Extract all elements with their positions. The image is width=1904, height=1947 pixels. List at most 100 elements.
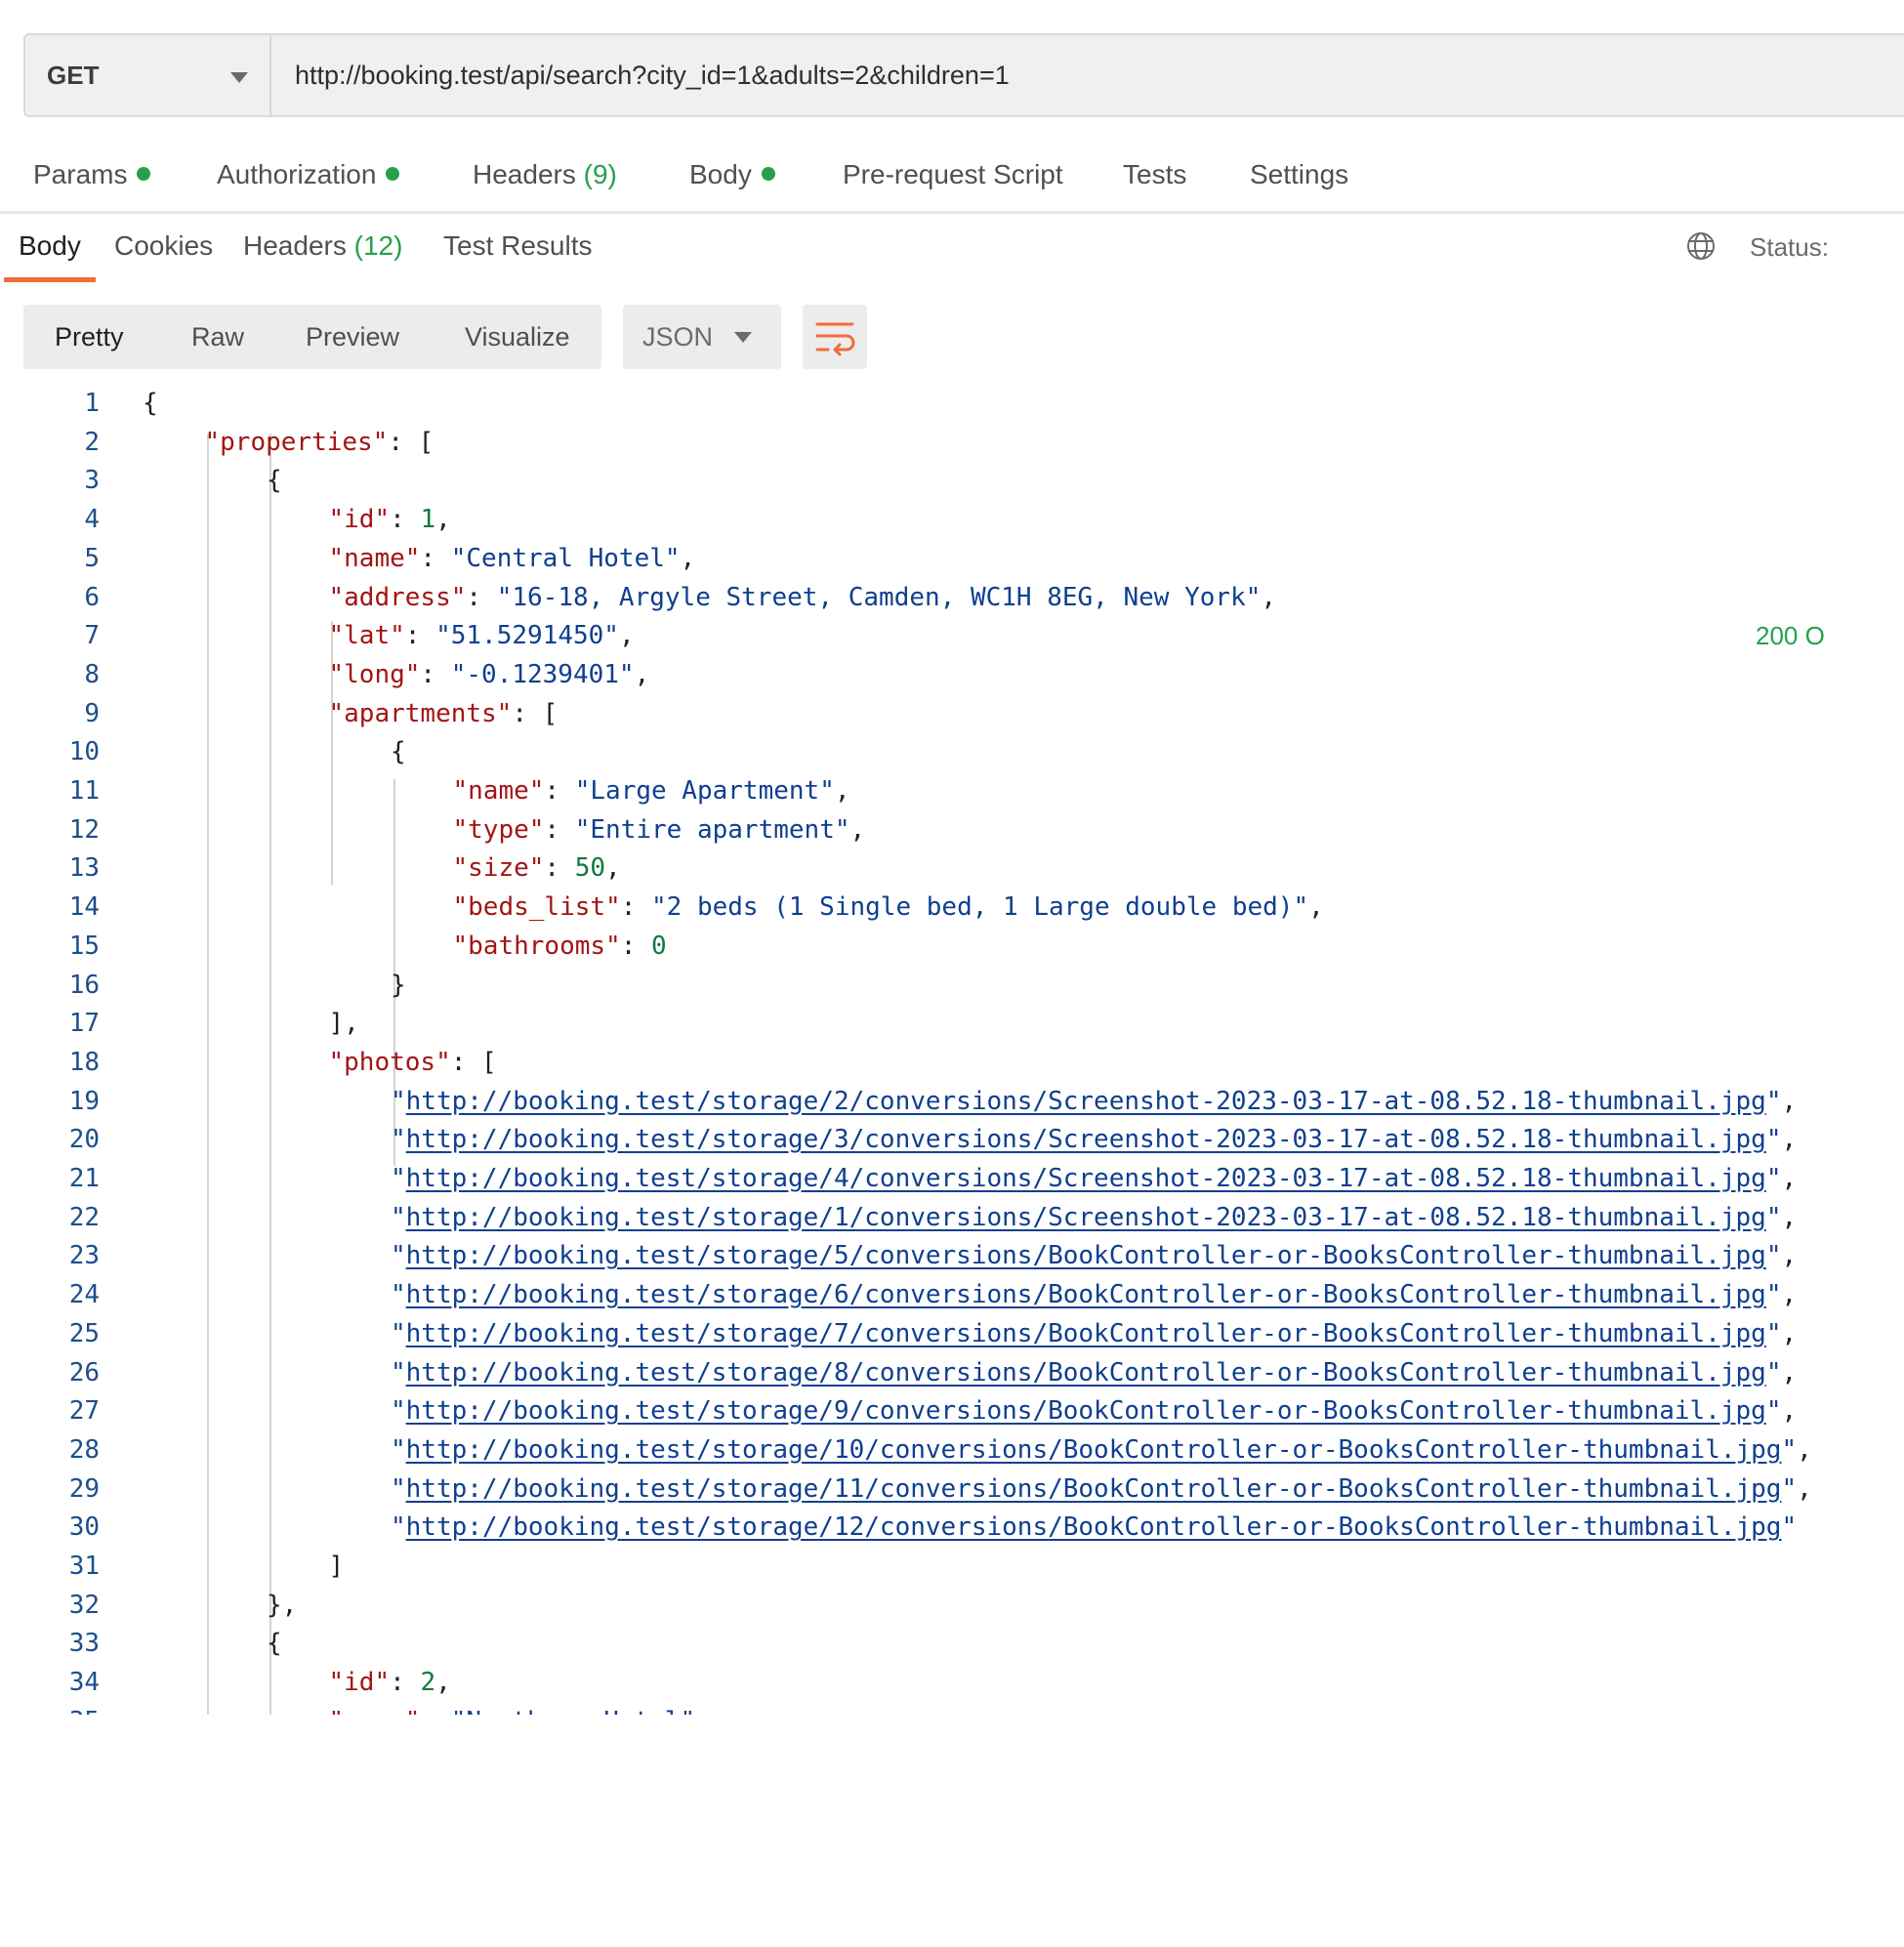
line-number: 12: [68, 814, 100, 845]
code-line: "http://booking.test/storage/12/conversi…: [391, 1512, 1798, 1543]
tab-body[interactable]: Body: [689, 159, 775, 190]
chevron-down-icon: [230, 72, 248, 83]
tab-params[interactable]: Params: [33, 159, 151, 190]
photo-link[interactable]: http://booking.test/storage/9/conversion…: [406, 1396, 1766, 1426]
line-number: 30: [68, 1512, 100, 1543]
line-number: 19: [68, 1086, 100, 1116]
line-number: 34: [68, 1668, 100, 1698]
indent-guide: [207, 434, 209, 1715]
line-number: 1: [84, 389, 100, 418]
photo-link[interactable]: http://booking.test/storage/1/conversion…: [406, 1203, 1766, 1232]
wrap-lines-button[interactable]: [803, 305, 867, 369]
line-number: 33: [68, 1629, 100, 1659]
photo-link[interactable]: http://booking.test/storage/10/conversio…: [406, 1435, 1782, 1465]
tab-settings[interactable]: Settings: [1250, 159, 1348, 190]
code-line: "properties": [: [204, 427, 435, 457]
view-pretty-button[interactable]: Pretty: [55, 305, 124, 369]
code-line: ],: [328, 1009, 359, 1039]
status-dot: [137, 167, 151, 181]
method-select[interactable]: GET: [25, 35, 271, 115]
code-line: "name": "Large Apartment",: [452, 776, 850, 806]
format-label: JSON: [642, 322, 714, 352]
view-visualize-button[interactable]: Visualize: [465, 305, 570, 369]
line-number: 21: [68, 1164, 100, 1193]
code-line: {: [267, 466, 282, 496]
tab-authorization[interactable]: Authorization: [217, 159, 400, 190]
view-preview-button[interactable]: Preview: [306, 305, 399, 369]
tab-tests[interactable]: Tests: [1123, 159, 1186, 190]
line-number: 8: [84, 659, 100, 689]
line-number: 2: [84, 427, 100, 457]
code-line: },: [267, 1590, 298, 1620]
code-line: "http://booking.test/storage/10/conversi…: [391, 1434, 1812, 1465]
photo-link[interactable]: http://booking.test/storage/8/conversion…: [406, 1358, 1766, 1388]
status-label: Status:: [1750, 232, 1829, 262]
view-raw-button[interactable]: Raw: [191, 305, 244, 369]
line-number: 5: [84, 543, 100, 573]
divider: [0, 211, 1904, 214]
code-line: "http://booking.test/storage/7/conversio…: [391, 1318, 1798, 1348]
line-number: 3: [84, 466, 100, 496]
line-number: 7: [84, 621, 100, 651]
tab-pre-request-script[interactable]: Pre-request Script: [843, 159, 1063, 190]
photo-link[interactable]: http://booking.test/storage/7/conversion…: [406, 1319, 1766, 1348]
photo-link[interactable]: http://booking.test/storage/4/conversion…: [406, 1164, 1766, 1193]
code-line: "http://booking.test/storage/9/conversio…: [391, 1396, 1798, 1427]
line-number: 10: [68, 737, 100, 767]
tab-headers[interactable]: Headers (9): [473, 159, 617, 190]
headers-count: (9): [583, 159, 617, 189]
line-number: 31: [68, 1552, 100, 1581]
photo-link[interactable]: http://booking.test/storage/2/conversion…: [406, 1087, 1766, 1116]
photo-link[interactable]: http://booking.test/storage/12/conversio…: [406, 1512, 1782, 1542]
response-tab-cookies[interactable]: Cookies: [114, 230, 213, 262]
wrap-lines-icon: [815, 322, 855, 356]
code-line: "http://booking.test/storage/8/conversio…: [391, 1357, 1798, 1388]
view-mode-group: Pretty Raw Preview Visualize: [23, 305, 601, 369]
line-number: 35: [0, 1707, 100, 1715]
response-tab-test-results[interactable]: Test Results: [443, 230, 593, 262]
response-tab-headers[interactable]: Headers (12): [243, 230, 402, 262]
code-line: "http://booking.test/storage/6/conversio…: [391, 1280, 1798, 1310]
code-line: "http://booking.test/storage/11/conversi…: [391, 1473, 1812, 1504]
tab-label: Settings: [1250, 159, 1349, 189]
code-line: "name": "Northern Hotel",: [329, 1707, 711, 1715]
tab-label: Params: [33, 159, 128, 189]
response-tab-body[interactable]: Body: [19, 230, 81, 262]
tab-label: Cookies: [114, 230, 214, 261]
code-line: "http://booking.test/storage/1/conversio…: [391, 1202, 1798, 1232]
tab-label: Pre-request Script: [843, 159, 1063, 189]
code-line: "http://booking.test/storage/3/conversio…: [391, 1125, 1798, 1155]
photo-link[interactable]: http://booking.test/storage/11/conversio…: [406, 1474, 1782, 1504]
tab-label: Headers: [243, 230, 347, 261]
line-number: 22: [68, 1202, 100, 1232]
method-label: GET: [47, 60, 100, 90]
code-line: "long": "-0.1239401",: [328, 659, 650, 689]
line-number: 18: [68, 1047, 100, 1077]
line-number: 32: [68, 1590, 100, 1620]
line-number: 24: [68, 1280, 100, 1310]
code-line: "id": 2,: [328, 1668, 451, 1698]
line-number: 15: [68, 931, 100, 961]
chevron-down-icon: [734, 332, 752, 343]
url-input[interactable]: http://booking.test/api/search?city_id=1…: [295, 35, 1010, 115]
code-line: {: [267, 1629, 282, 1659]
code-line: "http://booking.test/storage/2/conversio…: [391, 1086, 1798, 1116]
code-line: "http://booking.test/storage/4/conversio…: [391, 1164, 1798, 1193]
tab-label: Tests: [1123, 159, 1187, 189]
status-dot: [761, 167, 775, 181]
format-select[interactable]: JSON: [623, 305, 781, 369]
code-line: ]: [328, 1552, 345, 1581]
code-line: "type": "Entire apartment",: [452, 814, 866, 845]
tab-label: Headers: [473, 159, 576, 189]
response-body-code[interactable]: 1 {2 "properties": [3 {4 "id": 1, 5 "name": "C…: [0, 389, 1904, 1715]
photo-link[interactable]: http://booking.test/storage/5/conversion…: [406, 1241, 1766, 1270]
line-number: 4: [84, 505, 100, 535]
line-number: 16: [68, 970, 100, 1000]
tab-label: Authorization: [217, 159, 377, 189]
globe-icon[interactable]: [1685, 230, 1717, 262]
line-number: 23: [68, 1241, 100, 1271]
tab-label: Body: [689, 159, 752, 189]
photo-link[interactable]: http://booking.test/storage/6/conversion…: [406, 1280, 1766, 1309]
photo-link[interactable]: http://booking.test/storage/3/conversion…: [406, 1125, 1766, 1154]
line-number: 29: [68, 1473, 100, 1504]
